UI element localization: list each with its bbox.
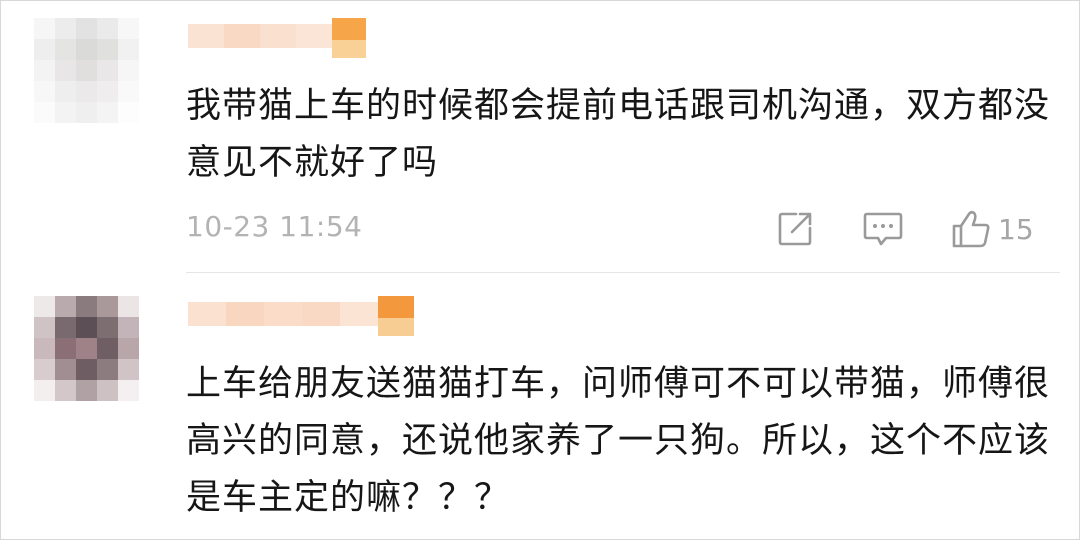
comment-timestamp: 10-23 11:54	[186, 210, 363, 243]
comment-item: 上车给朋友送猫猫打车，问师傅可不可以带猫，师傅很高兴的同意，还说他家养了一只狗。…	[0, 274, 1080, 540]
comment-item: 我带猫上车的时候都会提前电话跟司机沟通，双方都没意见不就好了吗 10-23 11…	[0, 0, 1080, 274]
thumbs-up-icon	[952, 210, 990, 248]
reply-button[interactable]	[862, 208, 904, 250]
share-icon	[778, 212, 812, 246]
comment-divider	[186, 272, 1060, 273]
like-count: 15	[998, 212, 1034, 246]
username-redacted[interactable]	[188, 18, 366, 58]
avatar[interactable]	[34, 296, 139, 401]
comment-icon	[863, 212, 903, 246]
comment-text: 我带猫上车的时候都会提前电话跟司机沟通，双方都没意见不就好了吗	[186, 86, 1051, 183]
avatar[interactable]	[34, 18, 139, 123]
like-button[interactable]: 15	[950, 208, 1034, 250]
username-redacted[interactable]	[188, 296, 414, 336]
share-button[interactable]	[776, 208, 814, 250]
comment-text: 上车给朋友送猫猫打车，问师傅可不可以带猫，师傅很高兴的同意，还说他家养了一只狗。…	[186, 364, 1051, 518]
